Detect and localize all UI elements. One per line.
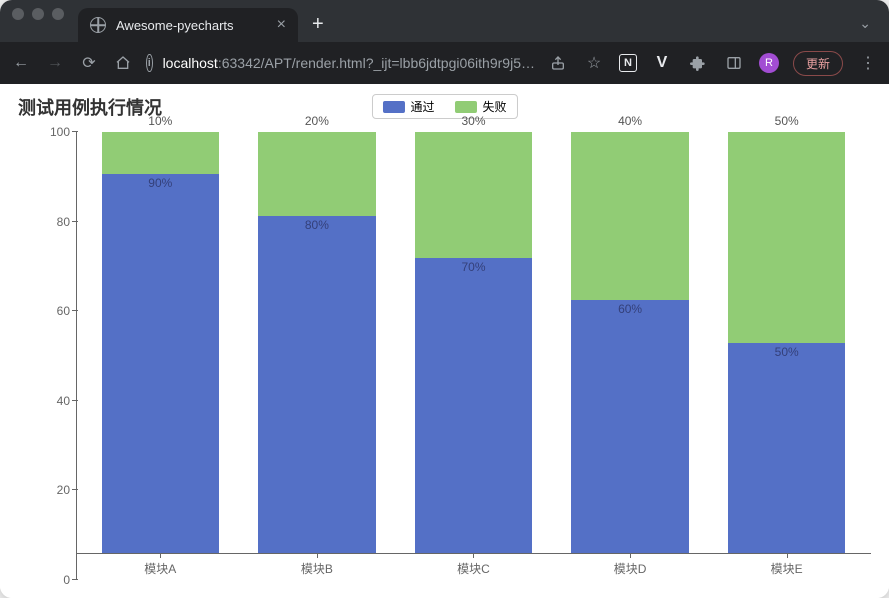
bar-column: 50%50% — [728, 132, 845, 553]
y-tick-label: 0 — [63, 573, 70, 587]
x-axis: 模块A 模块B 模块C 模块D 模块E — [76, 554, 871, 580]
bar-segment-fail[interactable]: 20% — [258, 132, 375, 216]
update-button[interactable]: 更新 — [793, 51, 843, 76]
bar-label-fail: 20% — [258, 114, 375, 128]
control-zoom[interactable] — [52, 8, 64, 20]
home-button[interactable] — [112, 52, 134, 74]
x-tick-label: 模块B — [258, 554, 375, 577]
bar-column: 80%20% — [258, 132, 375, 553]
bar-column: 90%10% — [102, 132, 219, 553]
legend-swatch-pass — [382, 101, 404, 113]
bar-label-fail: 10% — [102, 114, 219, 128]
y-axis: 020406080100 — [18, 132, 76, 580]
bar-column: 70%30% — [415, 132, 532, 553]
bar-column: 60%40% — [571, 132, 688, 553]
url-host: localhost — [163, 55, 218, 71]
x-tick-label: 模块A — [102, 554, 219, 577]
bar-label-fail: 40% — [571, 114, 688, 128]
v-extension-icon[interactable]: V — [651, 52, 673, 74]
new-tab-button[interactable]: + — [298, 13, 338, 42]
legend-swatch-fail — [455, 101, 477, 113]
bar-segment-pass[interactable]: 60% — [571, 300, 688, 553]
toolbar-actions: ☆ N V R 更新 ⋮ — [547, 51, 879, 76]
close-icon[interactable]: × — [277, 17, 286, 33]
bar-segment-pass[interactable]: 90% — [102, 174, 219, 553]
extensions-icon[interactable] — [687, 52, 709, 74]
bar-segment-pass[interactable]: 70% — [415, 258, 532, 553]
control-close[interactable] — [12, 8, 24, 20]
bar-segment-fail[interactable]: 50% — [728, 132, 845, 343]
browser-toolbar: ← → ⟳ i localhost:63342/APT/render.html?… — [0, 42, 889, 84]
browser-tab[interactable]: Awesome-pyecharts × — [78, 8, 298, 42]
share-icon[interactable] — [547, 52, 569, 74]
chart-area: 020406080100 90%10%80%20%70%30%60%40%50%… — [18, 132, 871, 580]
tab-strip: Awesome-pyecharts × + ⌄ — [0, 0, 889, 42]
bookmark-star-icon[interactable]: ☆ — [583, 52, 605, 74]
bar-label-pass: 70% — [415, 260, 532, 274]
bar-label-pass: 60% — [571, 302, 688, 316]
reload-button[interactable]: ⟳ — [78, 52, 100, 74]
bar-label-pass: 80% — [258, 218, 375, 232]
address-bar[interactable]: i localhost:63342/APT/render.html?_ijt=l… — [146, 48, 535, 78]
globe-icon — [90, 17, 106, 33]
window-controls — [12, 0, 78, 42]
forward-button[interactable]: → — [44, 52, 66, 74]
panel-icon[interactable] — [723, 52, 745, 74]
back-button[interactable]: ← — [10, 52, 32, 74]
y-tick-label: 40 — [57, 394, 70, 408]
browser-window: Awesome-pyecharts × + ⌄ ← → ⟳ i localhos… — [0, 0, 889, 598]
chevron-down-icon[interactable]: ⌄ — [841, 15, 889, 42]
profile-avatar[interactable]: R — [759, 53, 779, 73]
x-tick-label: 模块D — [571, 554, 688, 577]
page-content: 测试用例执行情况 通过 失败 020406080100 90%10%80%20%… — [0, 84, 889, 598]
bar-segment-pass[interactable]: 80% — [258, 216, 375, 553]
chart-plot: 90%10%80%20%70%30%60%40%50%50% — [76, 132, 871, 554]
bar-label-pass: 90% — [102, 176, 219, 190]
bar-segment-fail[interactable]: 10% — [102, 132, 219, 174]
bar-label-fail: 30% — [415, 114, 532, 128]
site-info-icon[interactable]: i — [146, 54, 153, 72]
bar-label-fail: 50% — [728, 114, 845, 128]
control-minimize[interactable] — [32, 8, 44, 20]
y-tick-label: 20 — [57, 483, 70, 497]
tab-title: Awesome-pyecharts — [116, 18, 267, 33]
y-tick-label: 100 — [50, 125, 70, 139]
notion-icon[interactable]: N — [619, 54, 637, 72]
menu-icon[interactable]: ⋮ — [857, 52, 879, 74]
y-tick-label: 80 — [57, 215, 70, 229]
url-path: :63342/APT/render.html?_ijt=lbb6jdtpgi06… — [218, 55, 535, 71]
legend-label-pass: 通过 — [410, 98, 434, 115]
legend-label-fail: 失败 — [483, 98, 507, 115]
x-tick-label: 模块C — [415, 554, 532, 577]
bar-segment-pass[interactable]: 50% — [728, 343, 845, 554]
y-tick-label: 60 — [57, 304, 70, 318]
bar-segment-fail[interactable]: 40% — [571, 132, 688, 300]
bar-label-pass: 50% — [728, 345, 845, 359]
bar-segment-fail[interactable]: 30% — [415, 132, 532, 258]
x-tick-label: 模块E — [728, 554, 845, 577]
